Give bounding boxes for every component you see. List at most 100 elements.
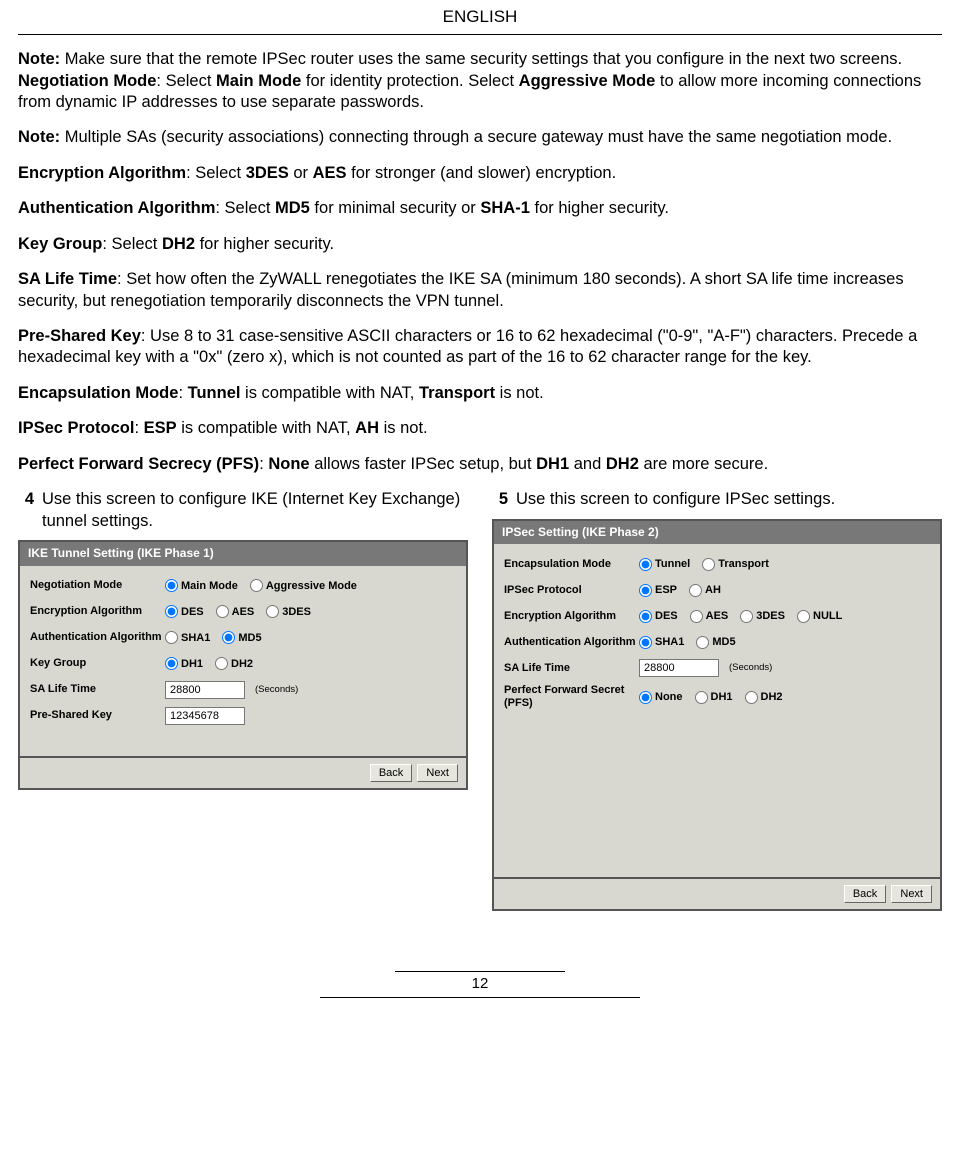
- radio-input[interactable]: [222, 631, 235, 644]
- radio-3des2[interactable]: 3DES: [740, 609, 785, 623]
- pfs-label: Perfect Forward Secret (PFS): [504, 684, 639, 710]
- radio-input[interactable]: [165, 579, 178, 592]
- radio-aes[interactable]: AES: [216, 605, 255, 619]
- para-encap: Encapsulation Mode: Tunnel is compatible…: [18, 383, 942, 404]
- radio-input[interactable]: [745, 691, 758, 704]
- t: is compatible with NAT,: [177, 419, 356, 437]
- tmd5: MD5: [275, 199, 310, 217]
- row-salife2: SA Life Time (Seconds): [504, 658, 932, 678]
- radio-main-mode[interactable]: Main Mode: [165, 579, 238, 593]
- radio-input[interactable]: [216, 605, 229, 618]
- para-encalg: Encryption Algorithm: Select 3DES or AES…: [18, 163, 942, 184]
- ike-panel-footer: Back Next: [20, 756, 466, 788]
- salife-term: SA Life Time: [18, 270, 117, 288]
- authalg1-label: Authentication Algorithm: [30, 631, 165, 644]
- radio-input[interactable]: [639, 610, 652, 623]
- radio-null[interactable]: NULL: [797, 609, 842, 623]
- opt-label: NULL: [813, 609, 842, 623]
- radio-input[interactable]: [639, 558, 652, 571]
- radio-ah[interactable]: AH: [689, 583, 721, 597]
- radio-sha1-2[interactable]: SHA1: [639, 635, 684, 649]
- psk-term: Pre-Shared Key: [18, 327, 141, 345]
- radio-input[interactable]: [215, 657, 228, 670]
- psk-input[interactable]: [165, 707, 245, 725]
- t: is not.: [495, 384, 544, 402]
- radio-input[interactable]: [266, 605, 279, 618]
- next-button[interactable]: Next: [417, 764, 458, 782]
- radio-pfs-dh2[interactable]: DH2: [745, 690, 783, 704]
- tnone: None: [268, 455, 309, 473]
- negmode-label: Negotiation Mode: [30, 579, 165, 592]
- tdh1: DH1: [536, 455, 569, 473]
- radio-input[interactable]: [250, 579, 263, 592]
- negmode-options: Main Mode Aggressive Mode: [165, 579, 458, 593]
- radio-input[interactable]: [165, 657, 178, 670]
- radio-esp[interactable]: ESP: [639, 583, 677, 597]
- radio-input[interactable]: [797, 610, 810, 623]
- radio-input[interactable]: [695, 691, 708, 704]
- panel2-pad: [504, 717, 932, 867]
- radio-transport[interactable]: Transport: [702, 557, 769, 571]
- radio-dh2[interactable]: DH2: [215, 657, 253, 671]
- radio-tunnel[interactable]: Tunnel: [639, 557, 690, 571]
- col-left: 4 Use this screen to configure IKE (Inte…: [18, 489, 468, 910]
- t: are more secure.: [639, 455, 768, 473]
- radio-input[interactable]: [740, 610, 753, 623]
- radio-input[interactable]: [639, 636, 652, 649]
- radio-aggressive-mode[interactable]: Aggressive Mode: [250, 579, 357, 593]
- para-negotiation: Negotiation Mode: Select Main Mode for i…: [18, 71, 942, 114]
- opt-label: Main Mode: [181, 579, 238, 593]
- encalg2-options: DES AES 3DES NULL: [639, 609, 932, 623]
- t: allows faster IPSec setup, but: [310, 455, 537, 473]
- radio-aes2[interactable]: AES: [690, 609, 729, 623]
- opt-label: AES: [232, 605, 255, 619]
- radio-input[interactable]: [689, 584, 702, 597]
- radio-input[interactable]: [702, 558, 715, 571]
- radio-input[interactable]: [639, 691, 652, 704]
- columns: 4 Use this screen to configure IKE (Inte…: [18, 489, 942, 910]
- tsha1: SHA-1: [480, 199, 530, 217]
- radio-pfs-dh1[interactable]: DH1: [695, 690, 733, 704]
- t: : Select: [156, 72, 216, 90]
- back-button[interactable]: Back: [844, 885, 886, 903]
- radio-des2[interactable]: DES: [639, 609, 678, 623]
- note-1: Note: Make sure that the remote IPSec ro…: [18, 49, 942, 70]
- radio-sha1[interactable]: SHA1: [165, 631, 210, 645]
- page-number: 12: [472, 975, 489, 992]
- radio-des[interactable]: DES: [165, 605, 204, 619]
- row-ipsecproto: IPSec Protocol ESP AH: [504, 580, 932, 600]
- taes: AES: [313, 164, 347, 182]
- t: :: [134, 419, 143, 437]
- opt-label: DH1: [181, 657, 203, 671]
- radio-dh1[interactable]: DH1: [165, 657, 203, 671]
- tdh2: DH2: [162, 235, 195, 253]
- radio-input[interactable]: [696, 636, 709, 649]
- header-rule: [18, 34, 942, 35]
- radio-md5-2[interactable]: MD5: [696, 635, 735, 649]
- next-button[interactable]: Next: [891, 885, 932, 903]
- t: for higher security.: [530, 199, 669, 217]
- radio-input[interactable]: [690, 610, 703, 623]
- radio-md5[interactable]: MD5: [222, 631, 261, 645]
- radio-input[interactable]: [639, 584, 652, 597]
- radio-3des[interactable]: 3DES: [266, 605, 311, 619]
- aggressive-term: Aggressive Mode: [519, 72, 656, 90]
- radio-none[interactable]: None: [639, 690, 683, 704]
- t: :: [259, 455, 268, 473]
- ipsecproto-options: ESP AH: [639, 583, 932, 597]
- ipsec-panel-body: Encapsulation Mode Tunnel Transport IPSe…: [494, 544, 940, 876]
- back-button[interactable]: Back: [370, 764, 412, 782]
- t: is not.: [379, 419, 428, 437]
- page-footer: 12: [18, 971, 942, 999]
- salife2-ctrl: (Seconds): [639, 659, 932, 677]
- authalg1-options: SHA1 MD5: [165, 631, 458, 645]
- t: for identity protection. Select: [301, 72, 518, 90]
- salife1-input[interactable]: [165, 681, 245, 699]
- radio-input[interactable]: [165, 605, 178, 618]
- salife2-input[interactable]: [639, 659, 719, 677]
- row-salife1: SA Life Time (Seconds): [30, 680, 458, 700]
- step-5-text: Use this screen to configure IPSec setti…: [516, 489, 942, 510]
- authalg-term: Authentication Algorithm: [18, 199, 215, 217]
- radio-input[interactable]: [165, 631, 178, 644]
- opt-label: None: [655, 690, 683, 704]
